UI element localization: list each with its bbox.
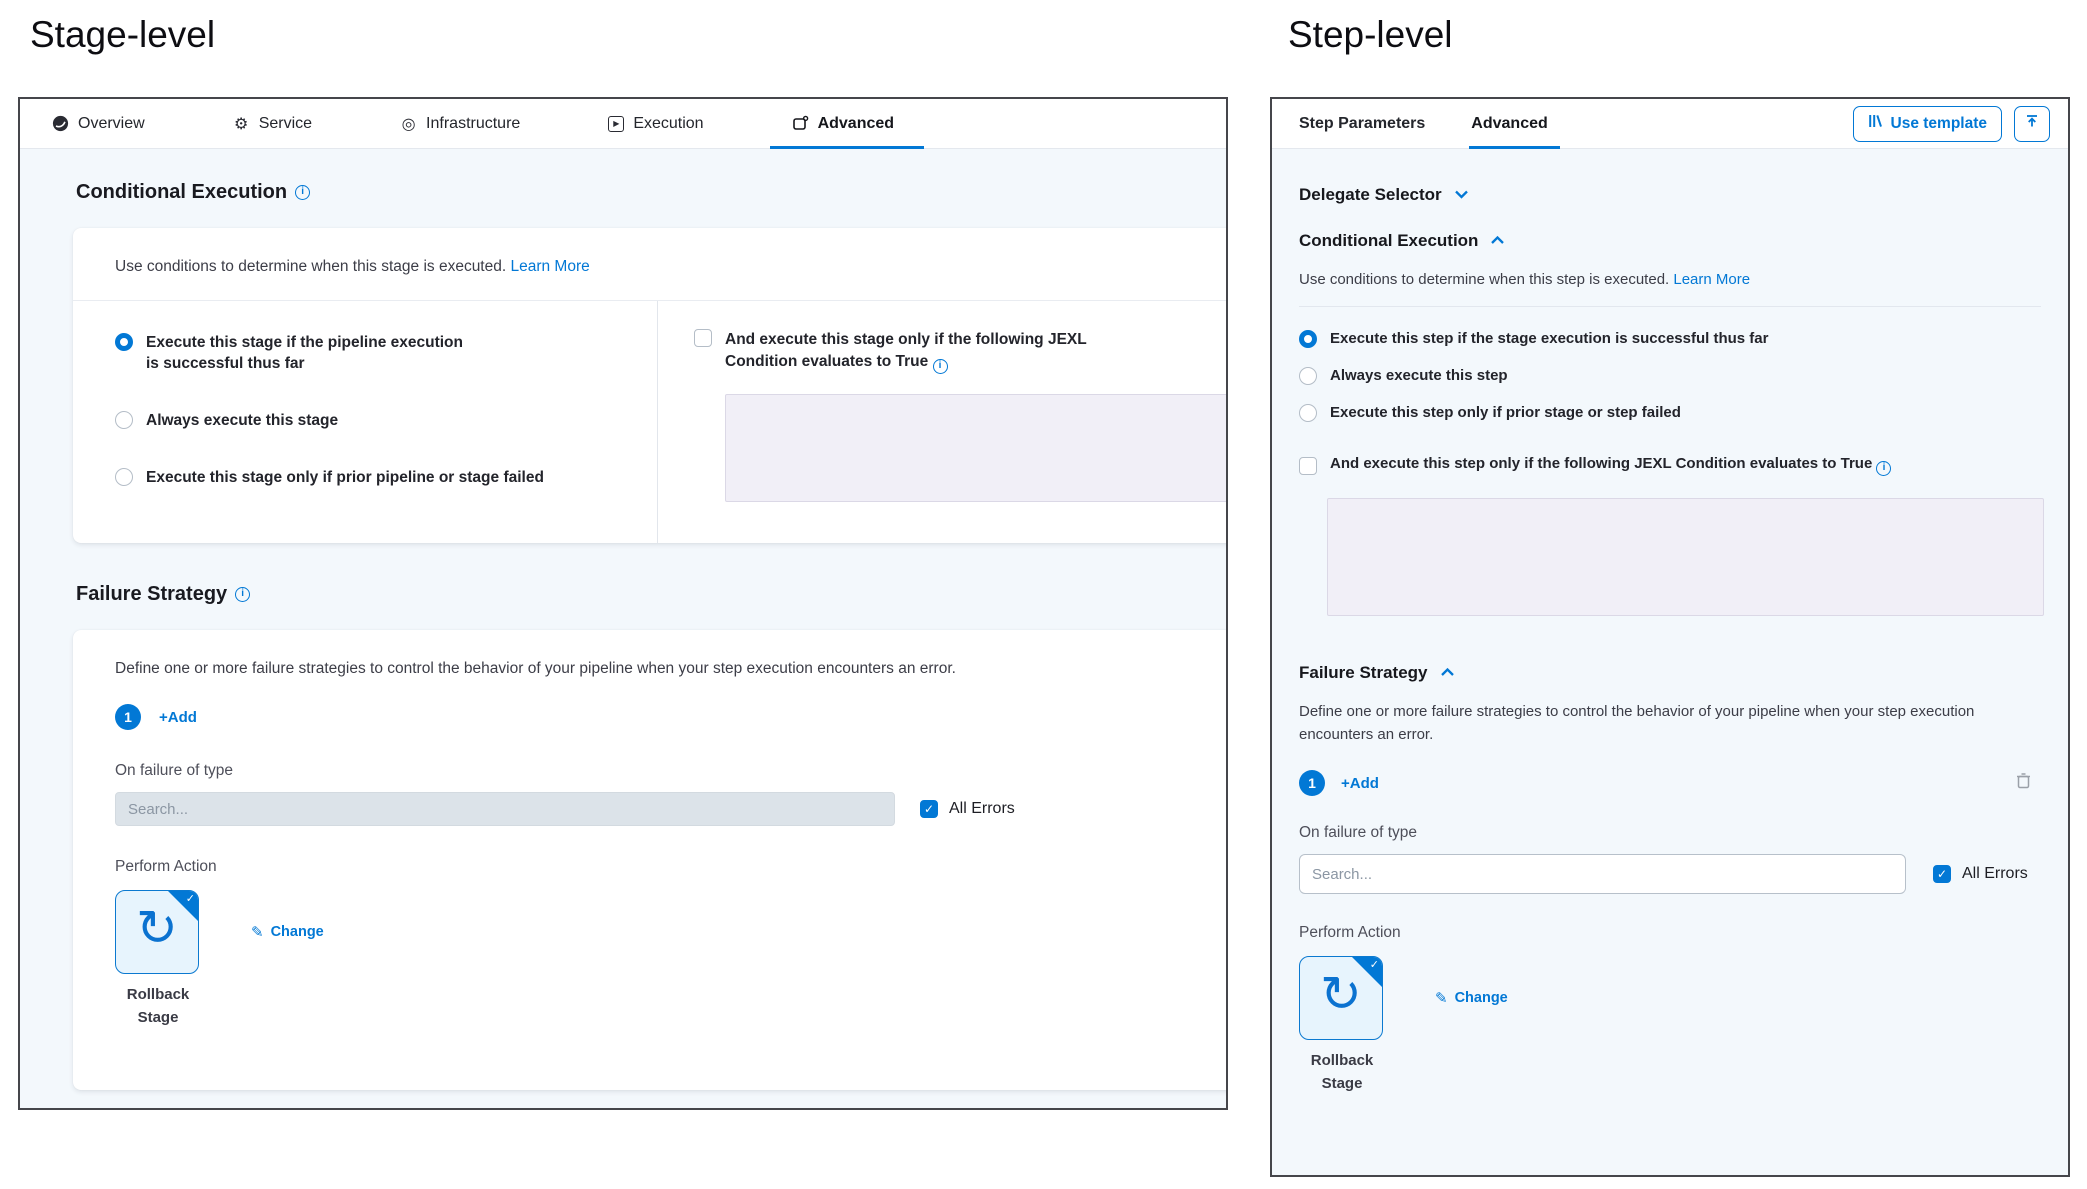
perform-action-label: Perform Action xyxy=(1299,924,2041,942)
tab-execution[interactable]: Execution xyxy=(608,99,703,148)
failure-strategy-card: Define one or more failure strategies to… xyxy=(73,630,1228,1090)
failure-type-search-input[interactable] xyxy=(1299,854,1906,894)
tab-label: Advanced xyxy=(818,115,894,133)
delete-strategy-icon[interactable] xyxy=(2016,772,2031,794)
strategy-count-badge[interactable]: 1 xyxy=(1299,770,1325,796)
tab-service[interactable]: Service xyxy=(233,99,312,148)
all-errors-checkbox[interactable] xyxy=(920,800,938,818)
jexl-checkbox[interactable] xyxy=(694,329,712,347)
gear-icon xyxy=(233,115,250,132)
step-panel-body: Delegate Selector Conditional Execution … xyxy=(1272,149,2068,1095)
jexl-condition-toggle[interactable]: And execute this stage only if the follo… xyxy=(694,329,1228,374)
jexl-condition-toggle[interactable]: And execute this step only if the follow… xyxy=(1299,455,2041,476)
conditional-execution-section-toggle[interactable]: Conditional Execution xyxy=(1299,231,2041,251)
overview-icon xyxy=(52,115,69,132)
jexl-condition-input[interactable] xyxy=(1327,498,2044,616)
radio-option-prior-failed[interactable]: Execute this step only if prior stage or… xyxy=(1299,403,2041,423)
check-icon xyxy=(186,892,195,905)
learn-more-link[interactable]: Learn More xyxy=(1673,271,1750,288)
radio-icon[interactable] xyxy=(115,468,133,486)
failure-strategy-description: Define one or more failure strategies to… xyxy=(115,660,1228,678)
on-failure-of-type-label: On failure of type xyxy=(1299,824,2041,842)
failure-type-search-input[interactable] xyxy=(115,792,895,826)
stage-advanced-panel: Overview Service Infrastructure Executio… xyxy=(18,97,1228,1110)
selected-action-name: Rollback Stage xyxy=(1299,1050,1385,1095)
tab-label: Overview xyxy=(78,115,145,133)
tab-label: Advanced xyxy=(1471,115,1547,133)
stage-level-title: Stage-level xyxy=(30,14,215,56)
divider xyxy=(1299,306,2041,307)
upgrade-template-button[interactable] xyxy=(2014,106,2050,142)
change-action-button[interactable]: Change xyxy=(251,923,324,941)
radio-option-prior-failed[interactable]: Execute this stage only if prior pipelin… xyxy=(115,468,633,489)
failure-strategy-section-toggle[interactable]: Failure Strategy xyxy=(1299,663,2041,683)
tab-advanced[interactable]: Advanced xyxy=(1471,99,1547,148)
step-level-title: Step-level xyxy=(1288,14,1453,56)
info-icon[interactable] xyxy=(235,587,250,602)
template-library-icon xyxy=(1868,113,1883,134)
strategy-count-badge[interactable]: 1 xyxy=(115,704,141,730)
radio-icon[interactable] xyxy=(1299,367,1317,385)
selected-action-name: Rollback Stage xyxy=(115,984,201,1029)
tab-advanced[interactable]: Advanced xyxy=(792,99,894,148)
play-box-icon xyxy=(608,116,624,132)
add-strategy-button[interactable]: +Add xyxy=(159,709,197,726)
jexl-condition-label: And execute this step only if the follow… xyxy=(1330,455,1872,472)
conditional-execution-description: Use conditions to determine when this st… xyxy=(115,258,506,275)
all-errors-option[interactable]: All Errors xyxy=(920,800,1015,818)
radio-selected-icon[interactable] xyxy=(1299,330,1317,348)
on-failure-of-type-label: On failure of type xyxy=(115,762,1228,780)
stage-panel-body: Conditional Execution Use conditions to … xyxy=(20,149,1226,1090)
conditional-execution-description: Use conditions to determine when this st… xyxy=(1299,271,1669,288)
tab-overview[interactable]: Overview xyxy=(52,99,145,148)
rollback-stage-action-card[interactable] xyxy=(1299,956,1383,1040)
jexl-condition-input[interactable] xyxy=(725,394,1228,502)
conditional-execution-title: Conditional Execution xyxy=(76,181,287,204)
stage-tabbar: Overview Service Infrastructure Executio… xyxy=(20,99,1226,149)
radio-option-stage-successful[interactable]: Execute this step if the stage execution… xyxy=(1299,329,2041,349)
pencil-icon xyxy=(251,923,264,941)
target-icon xyxy=(400,115,417,132)
jexl-checkbox[interactable] xyxy=(1299,457,1317,475)
all-errors-checkbox[interactable] xyxy=(1933,865,1951,883)
conditional-execution-card: Use conditions to determine when this st… xyxy=(73,228,1228,543)
rollback-stage-action-card[interactable] xyxy=(115,890,199,974)
advanced-icon xyxy=(792,115,809,132)
radio-option-always-execute[interactable]: Always execute this step xyxy=(1299,366,2041,386)
chevron-down-icon xyxy=(1454,186,1469,204)
delegate-selector-section-toggle[interactable]: Delegate Selector xyxy=(1299,185,2041,205)
failure-strategy-description: Define one or more failure strategies to… xyxy=(1299,701,2041,746)
tab-label: Infrastructure xyxy=(426,115,520,133)
all-errors-label: All Errors xyxy=(949,800,1015,818)
chevron-up-icon xyxy=(1490,232,1505,250)
upload-icon xyxy=(2024,113,2040,134)
perform-action-label: Perform Action xyxy=(115,858,1228,876)
all-errors-label: All Errors xyxy=(1962,865,2028,883)
learn-more-link[interactable]: Learn More xyxy=(510,258,589,275)
radio-icon[interactable] xyxy=(1299,404,1317,422)
pencil-icon xyxy=(1435,989,1448,1007)
tab-label: Execution xyxy=(633,115,703,133)
failure-strategy-title: Failure Strategy xyxy=(76,583,227,606)
check-icon xyxy=(1370,958,1379,971)
jexl-condition-label: And execute this stage only if the follo… xyxy=(725,331,1086,370)
radio-selected-icon[interactable] xyxy=(115,333,133,351)
use-template-button[interactable]: Use template xyxy=(1853,106,2002,142)
tab-label: Service xyxy=(259,115,312,133)
radio-option-pipeline-successful[interactable]: Execute this stage if the pipeline execu… xyxy=(115,333,633,375)
info-icon[interactable] xyxy=(1876,461,1891,476)
radio-option-always-execute[interactable]: Always execute this stage xyxy=(115,411,633,432)
radio-icon[interactable] xyxy=(115,411,133,429)
all-errors-option[interactable]: All Errors xyxy=(1933,865,2028,883)
step-tabbar: Step Parameters Advanced Use template xyxy=(1272,99,2068,149)
info-icon[interactable] xyxy=(295,185,310,200)
tab-infrastructure[interactable]: Infrastructure xyxy=(400,99,520,148)
step-advanced-panel: Step Parameters Advanced Use template De… xyxy=(1270,97,2070,1177)
info-icon[interactable] xyxy=(933,359,948,374)
add-strategy-button[interactable]: +Add xyxy=(1341,775,1379,792)
chevron-up-icon xyxy=(1440,664,1455,682)
change-action-button[interactable]: Change xyxy=(1435,989,1508,1007)
tab-step-parameters[interactable]: Step Parameters xyxy=(1299,99,1425,148)
tab-label: Step Parameters xyxy=(1299,115,1425,133)
